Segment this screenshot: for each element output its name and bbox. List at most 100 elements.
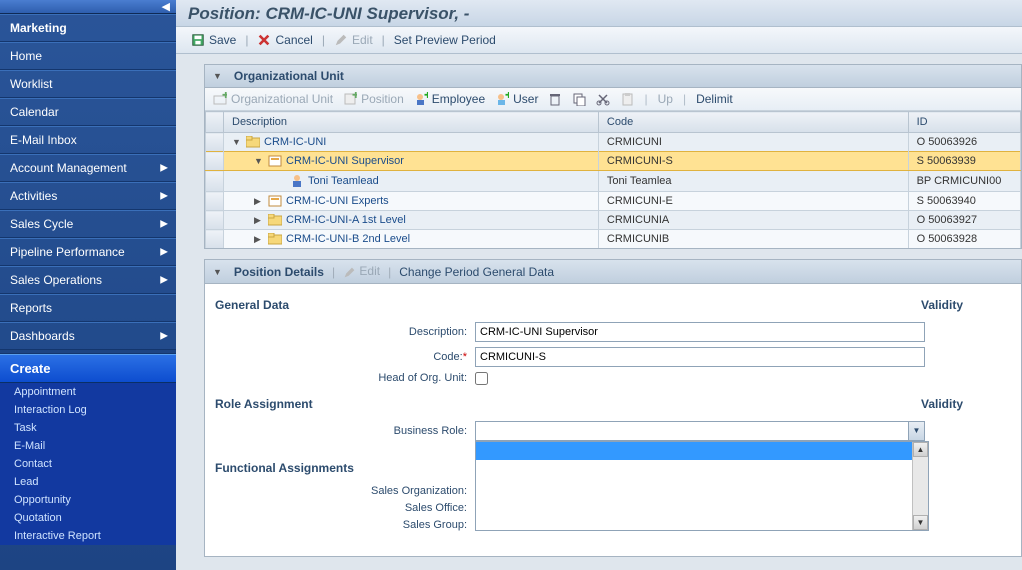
expander-icon[interactable]: ▶ (254, 234, 264, 245)
dropdown-option-selected[interactable] (476, 442, 912, 460)
org-unit-panel-header[interactable]: ▼ Organizational Unit (205, 65, 1021, 88)
position-details-panel: ▼ Position Details | Edit | Change Perio… (204, 259, 1022, 556)
create-lead[interactable]: Lead (0, 473, 176, 491)
row-description[interactable]: CRM-IC-UNI (264, 136, 326, 148)
folder-icon (268, 233, 282, 245)
create-interactive-report[interactable]: Interactive Report (0, 527, 176, 545)
chevron-right-icon: ▶ (160, 247, 168, 258)
sidebar-item-pipeline-performance[interactable]: Pipeline Performance▶ (0, 238, 176, 266)
row-description[interactable]: CRM-IC-UNI-B 2nd Level (286, 233, 410, 245)
create-header: Create (0, 354, 176, 383)
position-details-header[interactable]: ▼ Position Details | Edit | Change Perio… (205, 260, 1021, 283)
employee-icon: ✚ (414, 92, 428, 106)
delete-button[interactable] (548, 92, 562, 106)
row-handle[interactable] (206, 133, 224, 152)
svg-text:✚: ✚ (352, 92, 357, 100)
create-contact[interactable]: Contact (0, 455, 176, 473)
position-icon (268, 155, 282, 167)
main-toolbar: Save | Cancel | Edit | Set Preview Perio… (176, 27, 1022, 54)
label-code: Code:* (215, 351, 475, 363)
head-of-org-checkbox[interactable] (475, 372, 488, 385)
sidebar-item-reports[interactable]: Reports (0, 294, 176, 322)
sidebar-item-calendar[interactable]: Calendar (0, 98, 176, 126)
row-code: CRMICUNIB (598, 230, 908, 249)
sidebar-collapse[interactable]: ◀ (0, 0, 176, 14)
col-description[interactable]: Description (224, 112, 599, 133)
cut-button[interactable] (596, 92, 610, 106)
new-employee-button[interactable]: ✚ Employee (414, 92, 485, 106)
position-icon: ✚ (343, 92, 357, 106)
row-handle[interactable] (206, 230, 224, 249)
cancel-button[interactable]: Cancel (254, 31, 315, 49)
row-code: CRMICUNIA (598, 211, 908, 230)
org-toolbar: ✚ Organizational Unit ✚ Position ✚ Emplo… (205, 88, 1021, 111)
delimit-button[interactable]: Delimit (696, 92, 733, 106)
table-row[interactable]: ▶CRM-IC-UNI-B 2nd LevelCRMICUNIBO 500639… (206, 230, 1021, 249)
sidebar-item-home[interactable]: Home (0, 42, 176, 70)
scroll-up-icon[interactable]: ▲ (913, 442, 928, 457)
table-row[interactable]: ▶ CRM-IC-UNI Experts CRMICUNI-ES 50063940 (206, 192, 1021, 211)
row-code: CRMICUNI (598, 133, 908, 152)
x-icon (257, 33, 271, 47)
row-handle[interactable] (206, 171, 224, 192)
row-id: S 50063940 (908, 192, 1020, 211)
set-preview-period-button[interactable]: Set Preview Period (391, 31, 499, 49)
sidebar-item-account-management[interactable]: Account Management▶ (0, 154, 176, 182)
cut-icon (596, 92, 610, 106)
row-description[interactable]: Toni Teamlead (308, 175, 379, 187)
table-row[interactable]: Toni TeamleadToni TeamleaBP CRMICUNI00 (206, 171, 1021, 192)
create-quotation[interactable]: Quotation (0, 509, 176, 527)
create-appointment[interactable]: Appointment (0, 383, 176, 401)
sidebar-item-dashboards[interactable]: Dashboards▶ (0, 322, 176, 350)
sidebar-item-marketing[interactable]: Marketing (0, 14, 176, 42)
row-description[interactable]: CRM-IC-UNI Experts (286, 195, 389, 207)
sidebar-item-sales-operations[interactable]: Sales Operations▶ (0, 266, 176, 294)
row-description[interactable]: CRM-IC-UNI Supervisor (286, 155, 404, 167)
expander-icon[interactable]: ▼ (254, 156, 264, 166)
label-sales-org: Sales Organization: (215, 485, 475, 497)
folder-icon (268, 214, 282, 226)
scroll-down-icon[interactable]: ▼ (913, 515, 928, 530)
description-field[interactable] (475, 322, 925, 342)
col-code[interactable]: Code (598, 112, 908, 133)
chevron-right-icon: ▶ (160, 191, 168, 202)
code-field[interactable] (475, 347, 925, 367)
change-period-button[interactable]: Change Period General Data (399, 265, 554, 279)
floppy-icon (191, 33, 205, 47)
sidebar-item-activities[interactable]: Activities▶ (0, 182, 176, 210)
section-general: General Data (215, 298, 921, 312)
table-row[interactable]: ▼CRM-IC-UNI SupervisorCRMICUNI-SS 500639… (206, 152, 1021, 171)
org-unit-panel: ▼ Organizational Unit ✚ Organizational U… (204, 64, 1022, 249)
create-interaction-log[interactable]: Interaction Log (0, 401, 176, 419)
row-description[interactable]: CRM-IC-UNI-A 1st Level (286, 214, 406, 226)
dropdown-scrollbar[interactable]: ▲ ▼ (912, 442, 928, 530)
create-task[interactable]: Task (0, 419, 176, 437)
table-row[interactable]: ▼CRM-IC-UNICRMICUNIO 50063926 (206, 133, 1021, 152)
save-button[interactable]: Save (188, 31, 239, 49)
row-id: S 50063939 (908, 152, 1020, 171)
row-code: CRMICUNI-E (598, 192, 908, 211)
business-role-select[interactable]: ▼ (475, 421, 925, 441)
up-button: Up (658, 92, 673, 106)
create-opportunity[interactable]: Opportunity (0, 491, 176, 509)
sidebar-item-e-mail-inbox[interactable]: E-Mail Inbox (0, 126, 176, 154)
copy-button[interactable] (572, 92, 586, 106)
col-id[interactable]: ID (908, 112, 1020, 133)
section-validity-2: Validity (921, 397, 1011, 411)
new-user-button[interactable]: ✚ User (495, 92, 538, 106)
main: Position: CRM-IC-UNI Supervisor, - Save … (176, 0, 1022, 570)
sidebar-item-worklist[interactable]: Worklist (0, 70, 176, 98)
chevron-left-icon: ◀ (162, 0, 170, 13)
expander-icon[interactable]: ▼ (232, 137, 242, 147)
row-handle[interactable] (206, 192, 224, 211)
row-handle[interactable] (206, 152, 224, 171)
expander-icon[interactable]: ▶ (254, 215, 264, 226)
expander-icon[interactable]: ▶ (254, 196, 264, 207)
sidebar-item-sales-cycle[interactable]: Sales Cycle▶ (0, 210, 176, 238)
row-handle[interactable] (206, 211, 224, 230)
business-role-dropdown[interactable]: ▲ ▼ (475, 441, 929, 531)
svg-text:✚: ✚ (505, 92, 509, 100)
chevron-right-icon: ▶ (160, 275, 168, 286)
create-e-mail[interactable]: E-Mail (0, 437, 176, 455)
table-row[interactable]: ▶CRM-IC-UNI-A 1st LevelCRMICUNIAO 500639… (206, 211, 1021, 230)
